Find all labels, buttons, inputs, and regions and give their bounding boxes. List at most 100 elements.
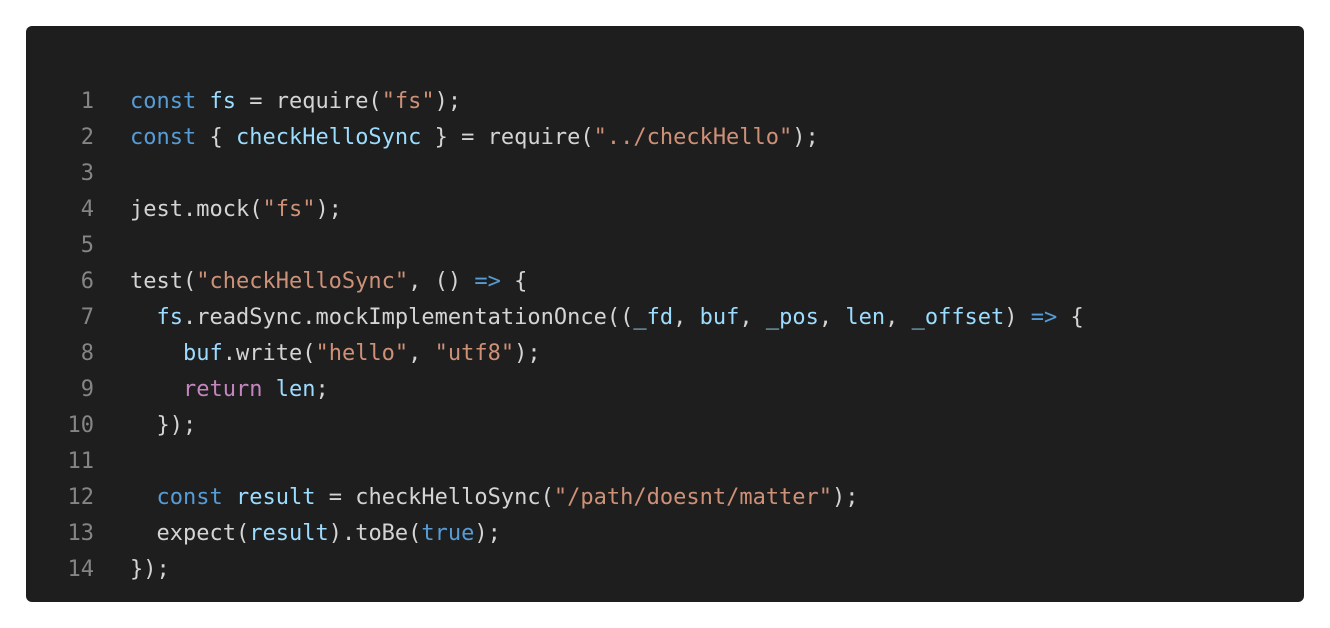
line-number: 7 — [80, 305, 94, 330]
code-token: len — [275, 377, 316, 402]
code-token: return — [182, 377, 263, 402]
code-token: , — [739, 305, 766, 330]
code-token: }); — [130, 413, 197, 438]
code-token: fs — [209, 89, 236, 114]
line-source: buf.write("hello", "utf8"); — [130, 336, 541, 372]
code-token: true — [421, 521, 475, 546]
code-token: fs — [156, 305, 184, 330]
code-token: , — [885, 305, 912, 330]
code-line[interactable]: 3 — [26, 156, 1304, 192]
code-token: , — [818, 305, 846, 330]
code-token: => — [1030, 305, 1058, 330]
code-token: .write( — [222, 341, 316, 366]
code-line[interactable]: 9 return len; — [26, 372, 1304, 408]
code-token: , — [673, 305, 700, 330]
code-line[interactable]: 14}); — [26, 552, 1304, 588]
code-token: "fs" — [381, 89, 435, 114]
line-number: 4 — [80, 197, 94, 222]
code-token: ); — [832, 485, 859, 510]
line-source: jest.mock("fs"); — [130, 192, 342, 228]
line-source: const result = checkHelloSync("/path/doe… — [130, 480, 859, 516]
line-number: 1 — [80, 89, 94, 114]
line-number: 2 — [80, 125, 94, 150]
line-number: 3 — [80, 161, 94, 186]
line-source: const { checkHelloSync } = require("../c… — [130, 120, 819, 156]
code-token: checkHelloSync — [235, 125, 422, 150]
line-source: }); — [130, 552, 170, 588]
code-token: "utf8" — [434, 341, 515, 366]
code-token: const — [130, 125, 197, 150]
code-token: { — [500, 269, 528, 294]
code-token: , () — [408, 269, 475, 294]
code-line[interactable]: 1 const fs = require("fs"); — [26, 84, 1304, 120]
code-token: result — [249, 521, 329, 546]
code-line[interactable]: 5 — [26, 228, 1304, 264]
line-source: return len; — [130, 372, 329, 408]
code-token: = checkHelloSync( — [315, 485, 554, 510]
line-number: 8 — [80, 341, 94, 366]
line-number: 9 — [80, 377, 94, 402]
code-token: "checkHelloSync" — [196, 269, 409, 294]
code-token: len — [845, 305, 886, 330]
code-token: => — [474, 269, 501, 294]
code-token: ; — [315, 377, 329, 402]
line-number: 5 — [80, 233, 94, 258]
line-source: }); — [130, 408, 196, 444]
line-source: const fs = require("fs"); — [130, 84, 461, 120]
code-line[interactable]: 13 expect(result).toBe(true); — [26, 516, 1304, 552]
code-token: const — [130, 89, 197, 114]
code-token: { — [196, 125, 236, 150]
code-token: buf — [182, 341, 223, 366]
code-line[interactable]: 2 const { checkHelloSync } = require("../… — [26, 120, 1304, 156]
code-token: = require( — [235, 89, 382, 114]
code-line[interactable]: 12 const result = checkHelloSync("/path/… — [26, 480, 1304, 516]
code-token: , — [408, 341, 435, 366]
code-token: jest.mock( — [130, 197, 263, 222]
code-token: "/path/doesnt/matter" — [553, 485, 833, 510]
code-line[interactable]: 8 buf.write("hello", "utf8"); — [26, 336, 1304, 372]
code-line[interactable]: 10 }); — [26, 408, 1304, 444]
code-token: test( — [130, 269, 197, 294]
code-token: { — [1057, 305, 1084, 330]
line-source: test("checkHelloSync", () => { — [130, 264, 527, 300]
code-token: ); — [315, 197, 342, 222]
line-number: 14 — [67, 557, 95, 582]
code-token: ).toBe( — [328, 521, 422, 546]
code-token: ); — [434, 89, 462, 114]
code-token: } = require( — [421, 125, 594, 150]
code-line[interactable]: 6 test("checkHelloSync", () => { — [26, 264, 1304, 300]
line-number: 10 — [67, 413, 95, 438]
line-source: fs.readSync.mockImplementationOnce((_fd,… — [130, 300, 1084, 336]
code-token: _pos — [765, 305, 819, 330]
code-token: _fd — [633, 305, 674, 330]
code-token: ) — [1004, 305, 1031, 330]
code-token: buf — [699, 305, 740, 330]
code-token: "hello" — [315, 341, 409, 366]
code-area[interactable]: 1 const fs = require("fs"); 2 const { check… — [26, 84, 1304, 588]
line-number: 11 — [67, 449, 95, 474]
code-token: "../checkHello" — [593, 125, 793, 150]
code-token: ); — [792, 125, 819, 150]
line-source: expect(result).toBe(true); — [130, 516, 501, 552]
code-token: ); — [514, 341, 541, 366]
code-token: "fs" — [262, 197, 316, 222]
code-token: ); — [474, 521, 501, 546]
code-token: }); — [130, 557, 170, 582]
code-token: expect( — [130, 521, 250, 546]
line-number: 6 — [80, 269, 94, 294]
code-line[interactable]: 11 — [26, 444, 1304, 480]
code-line[interactable]: 7 fs.readSync.mockImplementationOnce((_f… — [26, 300, 1304, 336]
code-line[interactable]: 4 jest.mock("fs"); — [26, 192, 1304, 228]
code-token: _offset — [911, 305, 1005, 330]
code-token: const — [156, 485, 223, 510]
code-editor[interactable]: 1 const fs = require("fs"); 2 const { check… — [26, 26, 1304, 602]
code-token: .readSync.mockImplementationOnce(( — [183, 305, 634, 330]
line-number: 12 — [67, 485, 95, 510]
